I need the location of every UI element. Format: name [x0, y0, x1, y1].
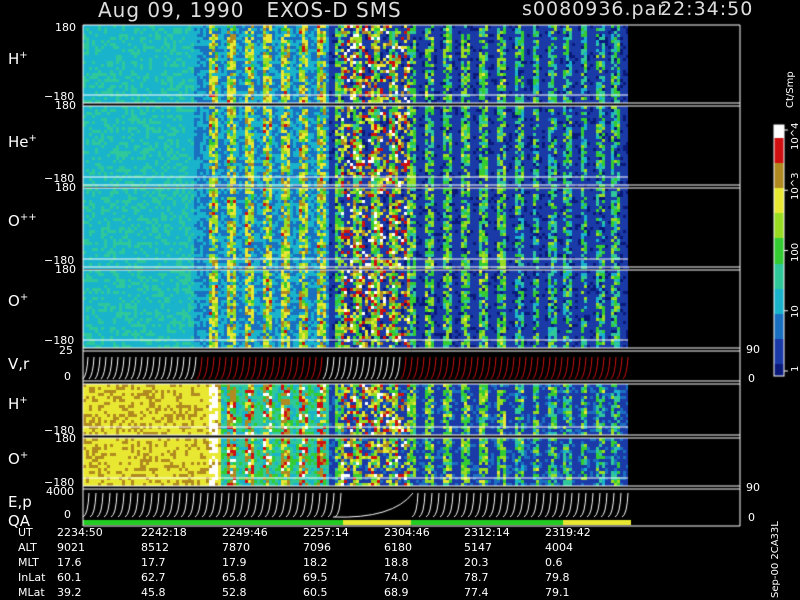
ephem-cell: 79.1	[545, 586, 570, 599]
ephem-cell: 65.8	[222, 571, 247, 584]
right-tick-8-max: 90	[746, 481, 760, 494]
y-tick-5-min: 0	[64, 370, 71, 383]
ephem-cell: 77.4	[464, 586, 489, 599]
ephem-row-name: MLT	[18, 556, 39, 569]
ephem-cell: 74.0	[384, 571, 409, 584]
ephem-cell: 45.8	[141, 586, 166, 599]
ephem-cell: 78.7	[464, 571, 489, 584]
ephem-cell: 2234:50	[57, 526, 103, 539]
colorbar-tick-10000: 10^4	[790, 122, 800, 150]
plot-time: 22:34:50	[660, 0, 754, 20]
panel-label-o-plus: O+	[8, 292, 29, 310]
colorbar-tick-1000: 10^3	[790, 172, 800, 200]
ephem-cell: 69.5	[303, 571, 328, 584]
ephem-cell: 2242:18	[141, 526, 187, 539]
panel-label-h-plus: H+	[8, 50, 28, 68]
panel-label-ep: E,p	[8, 493, 32, 511]
colorbar-label: Ct/Smp	[785, 71, 796, 108]
y-tick-4-max: 180	[55, 263, 76, 276]
y-tick-8-max: 4000	[46, 485, 74, 498]
ephem-cell: 52.8	[222, 586, 247, 599]
ephem-cell: 17.7	[141, 556, 166, 569]
right-tick-5-max: 90	[746, 343, 760, 356]
ephem-cell: 2304:46	[384, 526, 430, 539]
y-tick-3-max: 180	[55, 181, 76, 194]
ephem-cell: 18.2	[303, 556, 328, 569]
ephem-cell: 17.9	[222, 556, 247, 569]
ephem-cell: 60.5	[303, 586, 328, 599]
ephem-cell: 17.6	[57, 556, 82, 569]
panel-label-o-plus-2: O+	[8, 450, 29, 468]
ephem-cell: 68.9	[384, 586, 409, 599]
ephem-cell: 7096	[303, 541, 331, 554]
ephem-cell: 9021	[57, 541, 85, 554]
right-tick-8-min: 0	[748, 511, 755, 524]
panel-label-o-plusplus: O++	[8, 212, 37, 230]
ephem-cell: 79.8	[545, 571, 570, 584]
ephem-cell: 2312:14	[464, 526, 510, 539]
ephem-cell: 2319:42	[545, 526, 591, 539]
y-tick-1-max: 180	[55, 21, 76, 34]
ephem-cell: 8512	[141, 541, 169, 554]
y-tick-5-max: 25	[59, 344, 73, 357]
file-name: s0080936.par	[522, 0, 667, 20]
ephem-cell: 18.8	[384, 556, 409, 569]
ephem-cell: 0.6	[545, 556, 563, 569]
panel-label-he-plus: He+	[8, 133, 37, 151]
ephem-cell: 6180	[384, 541, 412, 554]
panel-label-h-plus-2: H+	[8, 395, 28, 413]
ephem-row-name: ALT	[18, 541, 37, 554]
ephem-cell: 2257:14	[303, 526, 349, 539]
ephem-row-name: MLat	[18, 586, 45, 599]
ephem-cell: 5147	[464, 541, 492, 554]
ephem-cell: 2249:46	[222, 526, 268, 539]
footer-note: Sep-00 2CA33L	[770, 521, 781, 598]
ephem-row-name: UT	[18, 526, 33, 539]
ephem-cell: 7870	[222, 541, 250, 554]
panel-label-vr: V,r	[8, 355, 30, 373]
y-tick-2-max: 180	[55, 99, 76, 112]
ephem-cell: 39.2	[57, 586, 82, 599]
ephem-cell: 4004	[545, 541, 573, 554]
y-tick-8-min: 0	[64, 508, 71, 521]
y-tick-7-max: 180	[55, 432, 76, 445]
ephem-row-name: InLat	[18, 571, 46, 584]
ephem-cell: 20.3	[464, 556, 489, 569]
right-tick-5-min: 0	[748, 372, 755, 385]
plot-title: Aug 09, 1990 EXOS-D SMS	[98, 0, 402, 22]
ephem-cell: 62.7	[141, 571, 166, 584]
colorbar-tick-100: 100	[790, 242, 800, 262]
colorbar-tick-1: 1	[790, 365, 800, 372]
spectrogram-plot	[0, 0, 800, 600]
colorbar-tick-10: 10	[790, 305, 800, 318]
ephem-cell: 60.1	[57, 571, 82, 584]
